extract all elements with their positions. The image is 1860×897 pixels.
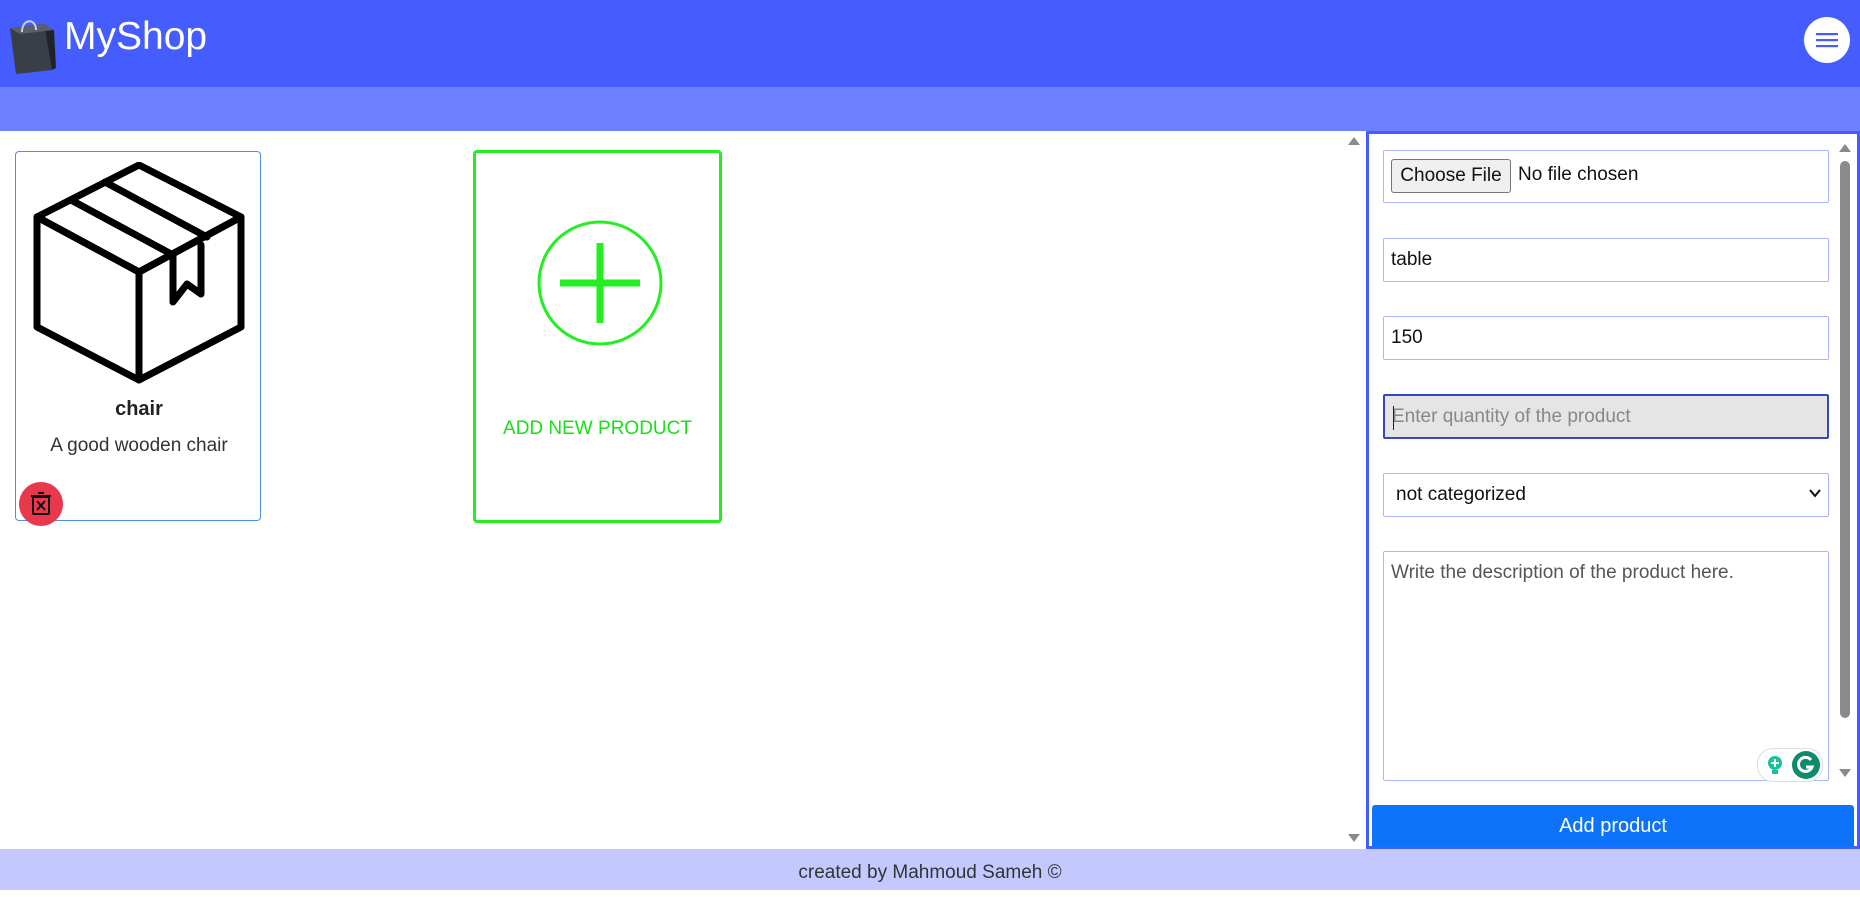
product-description-textarea[interactable]: Write the description of the product her… bbox=[1383, 551, 1829, 782]
image-file-input[interactable]: Choose File No file chosen bbox=[1383, 150, 1829, 203]
grammarly-widget[interactable] bbox=[1757, 748, 1823, 782]
delete-product-button[interactable] bbox=[19, 482, 63, 526]
scrollbar-thumb[interactable] bbox=[1840, 161, 1850, 718]
category-selected-value: not categorized bbox=[1396, 484, 1526, 505]
grammarly-icon bbox=[1792, 751, 1820, 779]
form-scrollbar[interactable] bbox=[1834, 134, 1857, 785]
text-caret bbox=[1393, 406, 1394, 430]
sub-navbar bbox=[0, 87, 1860, 131]
scroll-down-arrow-icon[interactable] bbox=[1348, 834, 1360, 842]
add-new-product-card[interactable]: ADD NEW PRODUCT bbox=[473, 150, 722, 523]
description-placeholder: Write the description of the product her… bbox=[1391, 562, 1734, 583]
lightbulb-icon bbox=[1768, 756, 1782, 774]
choose-file-button[interactable]: Choose File bbox=[1391, 159, 1511, 193]
add-product-button[interactable]: Add product bbox=[1372, 805, 1854, 847]
category-select[interactable]: not categorized bbox=[1383, 473, 1829, 517]
trash-icon bbox=[31, 492, 51, 515]
product-list: chair A good wooden chair ADD NEW PRODUC… bbox=[0, 131, 1366, 849]
box-icon bbox=[33, 162, 245, 384]
chevron-down-icon bbox=[1809, 489, 1821, 498]
file-status-text: No file chosen bbox=[1518, 164, 1639, 185]
scroll-up-arrow-icon[interactable] bbox=[1839, 144, 1851, 152]
app-header: MyShop bbox=[0, 0, 1860, 87]
product-card[interactable]: chair A good wooden chair bbox=[15, 151, 261, 526]
footer-credit: created by Mahmoud Sameh © bbox=[0, 849, 1860, 890]
shopping-bag-icon bbox=[10, 20, 56, 74]
plus-circle-icon bbox=[537, 220, 663, 346]
brand-title[interactable]: MyShop bbox=[64, 14, 207, 60]
add-product-panel: Choose File No file chosen table 150 Ent… bbox=[1366, 131, 1860, 849]
quantity-placeholder: Enter quantity of the product bbox=[1392, 406, 1631, 427]
product-quantity-input[interactable]: Enter quantity of the product bbox=[1383, 394, 1829, 439]
hamburger-menu-icon bbox=[1816, 33, 1838, 48]
product-name: chair bbox=[115, 398, 163, 420]
scroll-down-arrow-icon[interactable] bbox=[1839, 769, 1851, 777]
product-price-input[interactable]: 150 bbox=[1383, 316, 1829, 360]
add-new-product-label: ADD NEW PRODUCT bbox=[503, 418, 692, 439]
product-name-input[interactable]: table bbox=[1383, 238, 1829, 282]
product-list-scrollbar[interactable] bbox=[1343, 131, 1366, 849]
menu-button[interactable] bbox=[1804, 17, 1850, 63]
product-description: A good wooden chair bbox=[50, 435, 228, 456]
product-form: Choose File No file chosen table 150 Ent… bbox=[1369, 134, 1857, 785]
scroll-up-arrow-icon[interactable] bbox=[1348, 137, 1360, 145]
